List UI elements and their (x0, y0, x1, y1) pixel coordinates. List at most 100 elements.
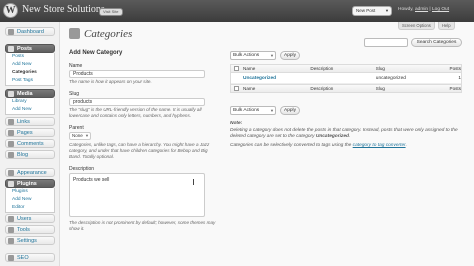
footer-column-posts[interactable]: Posts (449, 86, 462, 91)
parent-select[interactable]: None ▼ (69, 132, 91, 140)
slug-label: Slug (69, 91, 80, 97)
convert-note: Categories can be selectively converted … (230, 143, 462, 150)
menu-label: Tools (17, 226, 30, 233)
blog-icon (8, 151, 14, 158)
menu-label: Comments (17, 140, 44, 147)
select-all-checkbox[interactable] (234, 66, 239, 71)
bulk-actions-select-bottom[interactable]: Bulk Actions ▼ (230, 106, 276, 115)
menu-blog[interactable]: Blog (5, 150, 55, 159)
submenu-editor[interactable]: Editor (6, 204, 54, 212)
apply-button-top[interactable]: Apply (280, 51, 300, 60)
search-categories-input[interactable] (364, 38, 408, 47)
table-header: Name Description Slug Posts (231, 65, 461, 73)
category-name-link[interactable]: Uncategorized (243, 76, 310, 81)
menu-users[interactable]: Users (5, 214, 55, 223)
chevron-down-icon: ▼ (270, 53, 274, 58)
menu-comments[interactable]: Comments (5, 139, 55, 148)
parent-description: Categories, unlike tags, can have a hier… (69, 142, 210, 159)
submenu-post-tags[interactable]: Post Tags (6, 77, 54, 85)
submenu-plugins[interactable]: Plugins (6, 188, 54, 196)
menu-settings[interactable]: Settings (5, 236, 55, 245)
bulk-actions-select-top[interactable]: Bulk Actions ▼ (230, 51, 276, 60)
menu-label: Media (17, 90, 33, 97)
chevron-down-icon: ▼ (270, 108, 274, 113)
description-label: Description (69, 166, 95, 172)
name-label: Name (69, 63, 83, 69)
select-all-checkbox-footer[interactable] (234, 86, 239, 91)
site-title[interactable]: New Store Solutions (22, 4, 105, 15)
submenu-categories[interactable]: Categories (6, 69, 54, 77)
screen-options-tab[interactable]: Screen Options (398, 22, 435, 30)
submenu-add-new-post[interactable]: Add New (6, 61, 54, 69)
submenu-add-new-plugin[interactable]: Add New (6, 196, 54, 204)
parent-label: Parent (69, 125, 84, 131)
media-submenu: Library Add New (5, 98, 55, 115)
category-slug-input[interactable]: products (69, 98, 205, 106)
table-row: Uncategorized uncategorized 1 (231, 73, 461, 84)
footer-column-name[interactable]: Name (243, 86, 310, 91)
categories-table: Name Description Slug Posts Uncategorize… (230, 64, 462, 93)
tools-icon (8, 226, 14, 233)
menu-label: Posts (17, 45, 32, 52)
form-heading: Add New Category (69, 50, 123, 56)
pin-icon (8, 45, 14, 52)
dashboard-icon (8, 28, 14, 35)
category-posts-count[interactable]: 1 (449, 76, 461, 81)
menu-label: Users (17, 215, 32, 222)
plugins-submenu: Plugins Add New Editor (5, 188, 55, 213)
bulk-actions-label: Bulk Actions (233, 108, 260, 113)
pages-icon (8, 129, 14, 136)
help-tab[interactable]: Help (438, 22, 455, 30)
username-link[interactable]: admin (415, 7, 428, 12)
submenu-add-new-media[interactable]: Add New (6, 106, 54, 114)
menu-tools[interactable]: Tools (5, 225, 55, 234)
menu-dashboard[interactable]: Dashboard (5, 27, 55, 36)
convert-text: Categories can be selectively converted … (230, 143, 353, 148)
category-slug-cell: uncategorized (375, 75, 406, 81)
column-description[interactable]: Description (310, 66, 375, 71)
menu-label: Dashboard (17, 28, 44, 35)
submenu-library[interactable]: Library (6, 98, 54, 106)
table-footer: Name Description Slug Posts (231, 84, 461, 92)
links-icon (8, 118, 14, 125)
chevron-down-icon: ▼ (85, 133, 89, 138)
footer-column-description[interactable]: Description (310, 86, 375, 91)
text-cursor-icon (193, 179, 194, 185)
logout-link[interactable]: Log Out (432, 7, 449, 12)
submenu-posts[interactable]: Posts (6, 53, 54, 61)
menu-pages[interactable]: Pages (5, 128, 55, 137)
user-greeting: Howdy, admin | Log Out (398, 7, 450, 12)
column-slug[interactable]: Slug (376, 66, 449, 71)
footer-column-slug[interactable]: Slug (376, 86, 449, 91)
menu-appearance[interactable]: Appearance (5, 168, 55, 177)
search-categories-button[interactable]: Search Categories (411, 38, 462, 47)
admin-header: W New Store Solutions Visit Site New Pos… (0, 0, 474, 22)
add-category-form: Add New Category Name Products The name … (69, 50, 217, 238)
menu-posts[interactable]: Posts (5, 44, 55, 53)
admin-sidebar: Dashboard Posts Posts Add New Categories… (0, 22, 60, 266)
menu-plugins[interactable]: Plugins (5, 179, 55, 188)
category-description-textarea[interactable]: Products we sell (69, 173, 205, 217)
column-name[interactable]: Name (243, 66, 310, 71)
menu-label: Appearance (17, 169, 47, 176)
menu-links[interactable]: Links (5, 117, 55, 126)
note-label: Note: (230, 121, 243, 126)
description-help: The description is not prominent by defa… (69, 220, 216, 231)
plugins-icon (8, 180, 14, 187)
menu-label: Blog (17, 151, 29, 158)
delete-note: Note: Deleting a category does not delet… (230, 121, 462, 141)
comments-icon (8, 140, 14, 147)
wordpress-logo-icon[interactable]: W (3, 3, 18, 18)
menu-seo[interactable]: SEO (5, 253, 55, 262)
column-posts[interactable]: Posts (449, 66, 462, 71)
favorite-actions-dropdown[interactable]: New Post ▼ (352, 6, 392, 16)
category-to-tag-converter-link[interactable]: category to tag converter (353, 143, 406, 148)
howdy-prefix: Howdy, (398, 7, 415, 12)
apply-button-bottom[interactable]: Apply (280, 106, 300, 115)
visit-site-button[interactable]: Visit Site (99, 8, 123, 16)
category-name-input[interactable]: Products (69, 70, 205, 78)
posts-submenu: Posts Add New Categories Post Tags (5, 53, 55, 86)
settings-icon (8, 237, 14, 244)
bulk-actions-label: Bulk Actions (233, 53, 260, 58)
menu-media[interactable]: Media (5, 89, 55, 98)
